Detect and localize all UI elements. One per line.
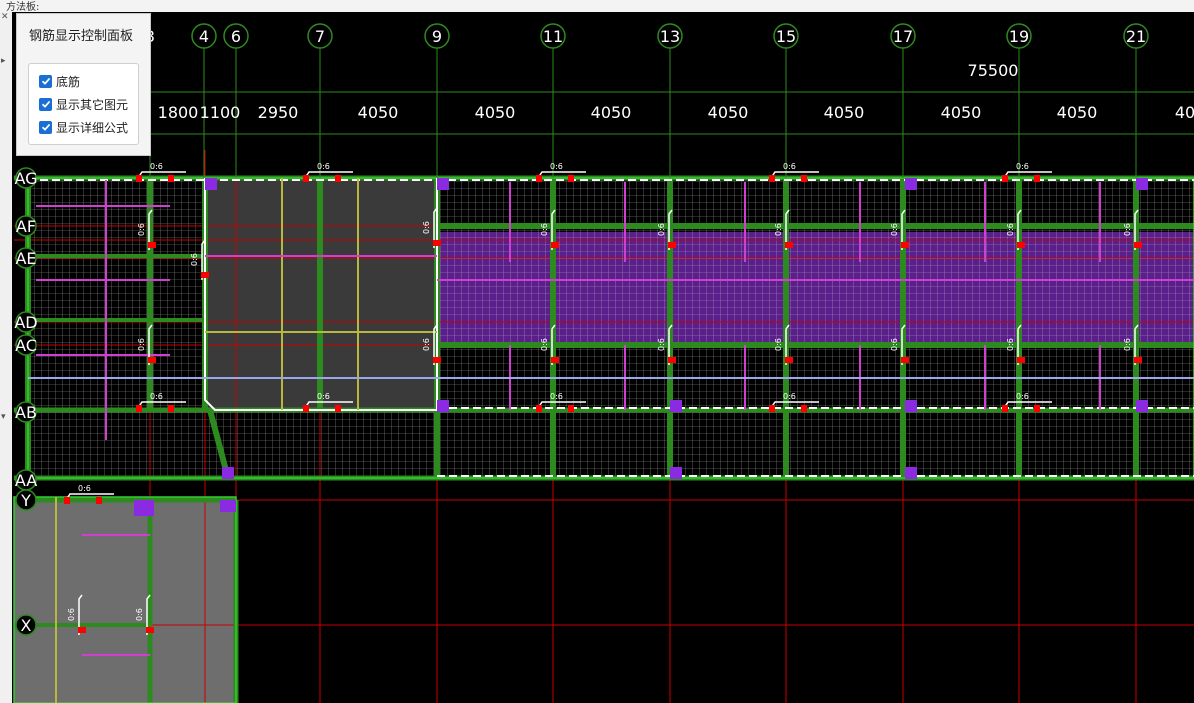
svg-text:0:6: 0:6: [78, 484, 91, 493]
row-axis-bubble-X: X: [15, 614, 37, 636]
svg-text:0:6: 0:6: [783, 392, 796, 401]
svg-text:0:6: 0:6: [774, 338, 783, 351]
column-axis-label: 11: [543, 27, 563, 46]
column-axis-label: 17: [893, 27, 913, 46]
svg-text:0:6: 0:6: [1006, 223, 1015, 236]
option-show-detail-formula[interactable]: 显示详细公式: [39, 118, 128, 136]
svg-text:0:6: 0:6: [783, 162, 796, 171]
column-axis-bubble-7: 7: [307, 23, 333, 49]
svg-text:0:6: 0:6: [150, 392, 163, 401]
column-axis-label: 19: [1009, 27, 1029, 46]
column-axis-label: 6: [231, 27, 241, 46]
svg-text:0:6: 0:6: [67, 608, 76, 621]
row-axis-label: AB: [15, 403, 37, 422]
row-axis-bubble-Y: Y: [15, 489, 37, 511]
svg-text:0:6: 0:6: [550, 392, 563, 401]
column-axis-label: 21: [1126, 27, 1146, 46]
svg-text:0:6: 0:6: [890, 338, 899, 351]
svg-text:0:6: 0:6: [317, 162, 330, 171]
svg-text:0:6: 0:6: [190, 253, 199, 266]
svg-text:0:6: 0:6: [657, 338, 666, 351]
svg-text:0:6: 0:6: [890, 223, 899, 236]
row-axis-label: AD: [14, 313, 37, 332]
dimension-label: 4050: [1057, 103, 1098, 122]
column-axis-bubble-15: 15: [773, 23, 799, 49]
expand-icon[interactable]: ▸: [1, 56, 6, 66]
svg-text:0:6: 0:6: [1123, 223, 1132, 236]
dimension-label: 1800: [158, 103, 199, 122]
column-axis-bubble-13: 13: [657, 23, 683, 49]
row-axis-label: Y: [20, 491, 31, 510]
column-axis-bubble-6: 6: [223, 23, 249, 49]
column-axis-bubble-21: 21: [1123, 23, 1149, 49]
collapse-icon[interactable]: ▾: [1, 412, 6, 422]
svg-text:0:6: 0:6: [1016, 392, 1029, 401]
column-axis-bubble-17: 17: [890, 23, 916, 49]
dimension-label: 2950: [258, 103, 299, 122]
column-axis-label: 13: [660, 27, 680, 46]
dimension-label: 4050: [475, 103, 516, 122]
svg-text:0:6: 0:6: [1006, 338, 1015, 351]
svg-text:0:6: 0:6: [774, 223, 783, 236]
row-axis-label: AC: [15, 336, 37, 355]
row-axis-label: X: [21, 616, 32, 635]
checkbox-icon[interactable]: [39, 97, 52, 111]
dimension-label: 4050: [941, 103, 982, 122]
close-icon[interactable]: ✕: [1, 12, 9, 22]
svg-text:0:6: 0:6: [657, 223, 666, 236]
checkbox-icon[interactable]: [39, 74, 52, 88]
mesh-left: [28, 178, 205, 478]
option-show-other-elements[interactable]: 显示其它图元: [39, 95, 128, 113]
row-axis-bubble-AG: AG: [14, 167, 38, 189]
dimension-label: 4050: [708, 103, 749, 122]
option-bottom-rebar[interactable]: 底筋: [39, 72, 80, 90]
row-axis-label: AG: [14, 169, 37, 188]
option-label: 显示详细公式: [56, 120, 129, 135]
row-axis-label: AA: [15, 471, 37, 490]
svg-text:0:6: 0:6: [1123, 338, 1132, 351]
rebar-display-panel: 钢筋显示控制面板 底筋 显示其它图元 显示详细公式: [16, 13, 151, 156]
column-axis-bubble-11: 11: [540, 23, 566, 49]
slab-lower-gray: [14, 497, 236, 703]
total-dimension-text: 75500: [968, 61, 1019, 80]
row-axis-bubble-AC: AC: [15, 334, 37, 356]
column-axis-label: 9: [432, 27, 442, 46]
svg-text:0:6: 0:6: [137, 223, 146, 236]
row-axis-label: AF: [16, 217, 36, 236]
dimension-label: 4050: [358, 103, 399, 122]
svg-text:0:6: 0:6: [137, 338, 146, 351]
drawing-canvas[interactable]: 0:6 0:6 0:6 0:6 0:6 0:6 0:6 0:6 0:6 0:6 0:6 0:6 0:6 0…: [12, 12, 1194, 703]
svg-text:0:6: 0:6: [422, 221, 431, 234]
svg-text:0:6: 0:6: [540, 338, 549, 351]
column-axis-bubble-4: 4: [191, 23, 217, 49]
svg-text:0:6: 0:6: [135, 608, 144, 621]
svg-text:0:6: 0:6: [1016, 162, 1029, 171]
column-axis-label: 7: [315, 27, 325, 46]
svg-text:0:6: 0:6: [317, 392, 330, 401]
panel-title: 钢筋显示控制面板: [29, 29, 134, 44]
row-axis-bubble-AA: AA: [15, 469, 37, 491]
dimension-label: 4050: [824, 103, 865, 122]
row-axis-label: AE: [15, 249, 36, 268]
column-axis-bubble-9: 9: [424, 23, 450, 49]
svg-text:0:6: 0:6: [422, 338, 431, 351]
dimension-label: 4050: [591, 103, 632, 122]
column-axis-bubble-19: 19: [1006, 23, 1032, 49]
row-axis-bubble-AB: AB: [15, 401, 37, 423]
row-axis-bubble-AF: AF: [15, 215, 37, 237]
option-label: 底筋: [56, 74, 81, 89]
row-axis-bubble-AD: AD: [14, 311, 38, 333]
options-box: 底筋 显示其它图元 显示详细公式: [28, 63, 139, 145]
option-label: 显示其它图元: [56, 97, 129, 112]
svg-text:0:6: 0:6: [550, 162, 563, 171]
svg-text:0:6: 0:6: [150, 162, 163, 171]
svg-text:0:6: 0:6: [540, 223, 549, 236]
checkbox-icon[interactable]: [39, 120, 52, 134]
mesh-bottom: [205, 410, 437, 478]
column-axis-label: 4: [199, 27, 209, 46]
dimension-label: 40: [1175, 103, 1194, 122]
column-axis-label: 15: [776, 27, 796, 46]
dimension-label: 1100: [200, 103, 241, 122]
row-axis-bubble-AE: AE: [15, 247, 37, 269]
